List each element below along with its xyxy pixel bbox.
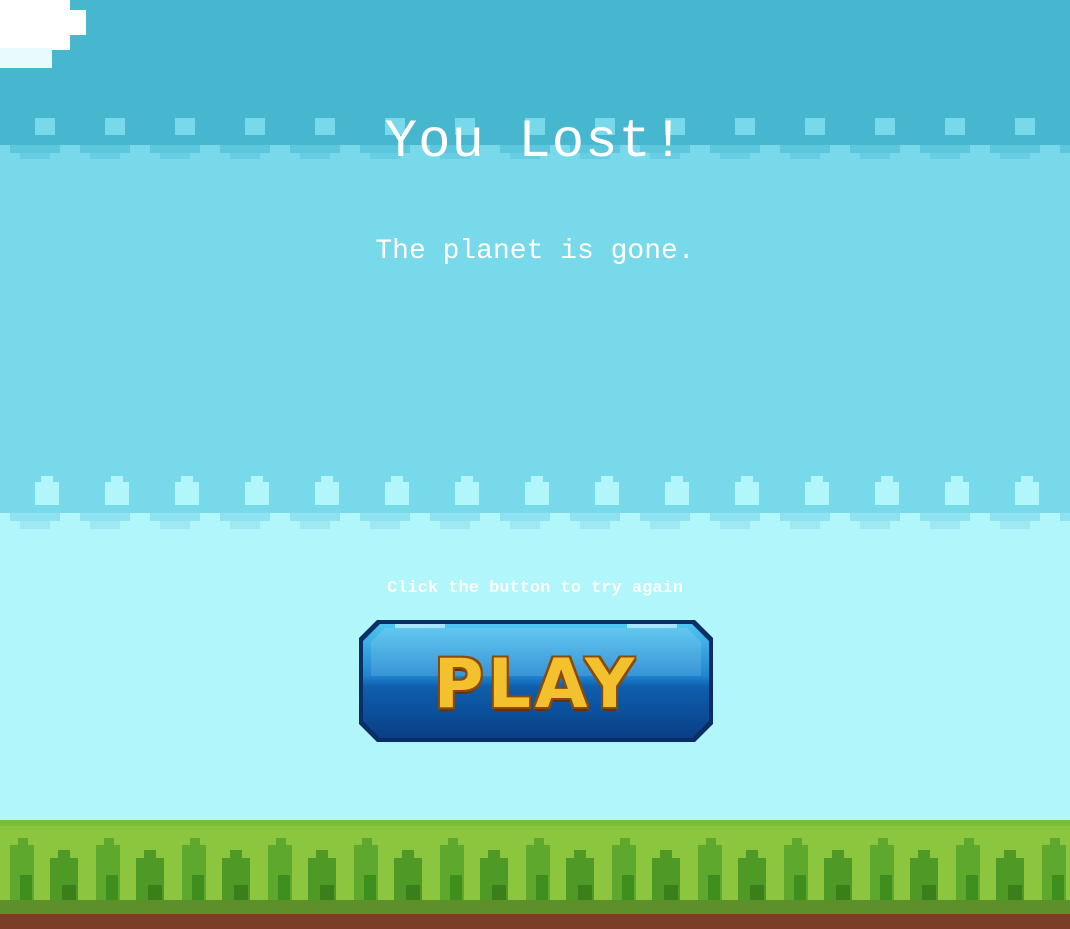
game-over-title: You Lost! bbox=[384, 112, 686, 173]
play-button[interactable]: PLAY bbox=[355, 616, 717, 746]
game-over-subtitle: The planet is gone. bbox=[375, 236, 695, 267]
play-button-frame bbox=[359, 620, 713, 742]
dirt bbox=[0, 914, 1070, 929]
retry-hint: Click the button to try again bbox=[387, 579, 683, 598]
